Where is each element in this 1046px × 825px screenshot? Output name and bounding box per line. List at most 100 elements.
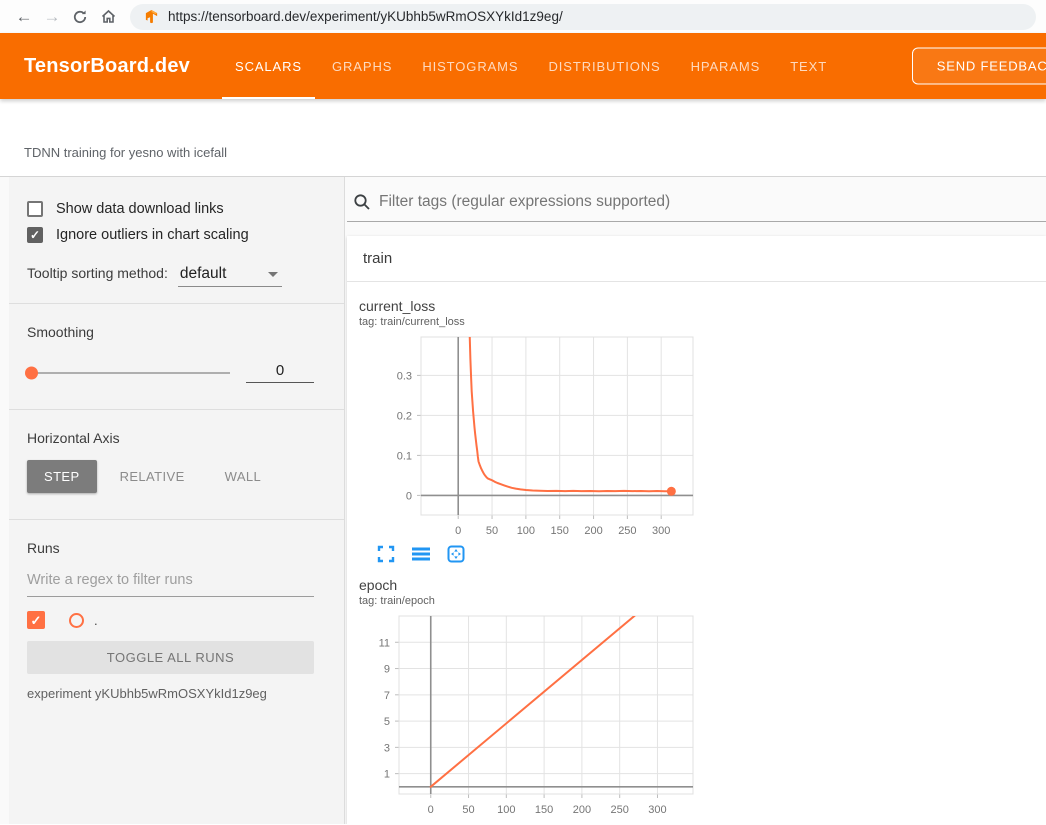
svg-text:7: 7 [384,690,390,702]
filter-tags-row [347,177,1046,222]
axis-relative-button[interactable]: RELATIVE [103,460,202,493]
svg-text:150: 150 [535,804,553,816]
svg-text:250: 250 [611,804,629,816]
home-icon[interactable] [94,3,122,31]
browser-toolbar: ← → https://tensorboard.dev/experiment/y… [0,0,1046,33]
horizontal-axis-section: Horizontal Axis STEP RELATIVE WALL [0,410,344,520]
horizontal-axis-buttons: STEP RELATIVE WALL [27,460,314,493]
brand-title: TensorBoard.dev [0,55,220,78]
reload-glyph [72,9,88,25]
svg-text:100: 100 [497,804,515,816]
smoothing-section: Smoothing 0 [0,304,344,410]
svg-text:50: 50 [462,804,474,816]
ignore-outliers-row[interactable]: Ignore outliers in chart scaling [27,227,314,243]
tooltip-sorting-label: Tooltip sorting method: [27,265,168,281]
url-text: https://tensorboard.dev/experiment/yKUbh… [168,9,563,24]
run-name: . [94,613,98,628]
svg-text:200: 200 [573,804,591,816]
svg-text:0: 0 [455,525,461,537]
experiment-title: TDNN training for yesno with icefall [24,145,1046,160]
svg-text:1: 1 [384,769,390,781]
tab-distributions[interactable]: DISTRIBUTIONS [533,33,675,99]
charts-grid: current_loss tag: train/current_loss 050… [347,282,1046,824]
line-chart[interactable]: 0 50 100 150 200 250 300 1 3 5 7 9 11 [359,610,704,820]
settings-sidebar: Show data download links Ignore outliers… [0,177,345,824]
send-feedback-button[interactable]: SEND FEEDBACK [912,48,1046,85]
toggle-all-runs-button[interactable]: TOGGLE ALL RUNS [27,641,314,674]
tooltip-sorting-row: Tooltip sorting method: default [27,265,314,287]
show-download-links-label: Show data download links [56,201,224,217]
ignore-outliers-checkbox[interactable] [27,227,43,243]
line-chart[interactable]: 0 50 100 150 200 250 300 0 0.1 0.2 0.3 [359,331,704,541]
chart-card-current-loss: current_loss tag: train/current_loss 0 50… [359,298,704,563]
svg-text:250: 250 [618,525,636,537]
back-icon[interactable]: ← [10,3,38,31]
axis-wall-button[interactable]: WALL [208,460,279,493]
chevron-down-icon [268,272,278,277]
chart-tag: tag: train/epoch [359,595,704,607]
svg-text:200: 200 [584,525,602,537]
tensorboard-favicon [144,9,159,24]
train-section-title: train [363,250,392,267]
svg-text:0: 0 [428,804,434,816]
home-glyph [100,8,117,25]
chart-tag: tag: train/current_loss [359,316,704,328]
axis-step-button[interactable]: STEP [27,460,97,493]
svg-text:300: 300 [648,804,666,816]
fit-domain-icon[interactable] [447,545,465,563]
tab-graphs[interactable]: GRAPHS [317,33,407,99]
chart-actions [359,545,704,563]
smoothing-slider[interactable] [27,372,230,374]
svg-text:0.3: 0.3 [397,370,412,382]
run-row[interactable]: . [27,611,314,629]
svg-text:50: 50 [486,525,498,537]
tab-hparams[interactable]: HPARAMS [676,33,776,99]
experiment-id-label: experiment yKUbhb5wRmOSXYkId1z9eg [27,686,314,701]
show-download-links-checkbox[interactable] [27,201,43,217]
svg-text:300: 300 [652,525,670,537]
scalars-main: train current_loss tag: train/current_lo… [345,177,1046,824]
train-section-header[interactable]: train [347,236,1046,282]
tooltip-sorting-value: default [180,265,254,283]
nav-tabs: SCALARS GRAPHS HISTOGRAMS DISTRIBUTIONS … [220,33,842,99]
tooltip-sorting-select[interactable]: default [178,265,282,287]
smoothing-slider-thumb[interactable] [25,366,38,379]
runs-label: Runs [27,540,314,556]
general-settings-section: Show data download links Ignore outliers… [0,177,344,304]
experiment-title-band: TDNN training for yesno with icefall [0,99,1046,177]
train-section-panel: train current_loss tag: train/current_lo… [347,236,1046,824]
url-bar[interactable]: https://tensorboard.dev/experiment/yKUbh… [130,4,1036,30]
tab-scalars[interactable]: SCALARS [220,33,317,99]
smoothing-slider-row: 0 [27,362,314,383]
run-color-swatch[interactable] [69,613,84,628]
svg-text:9: 9 [384,664,390,676]
svg-text:0: 0 [406,490,412,502]
search-icon [353,193,371,211]
filter-tags-input[interactable] [379,193,1046,211]
svg-text:100: 100 [517,525,535,537]
forward-icon: → [38,3,66,31]
show-download-links-row[interactable]: Show data download links [27,201,314,217]
tab-histograms[interactable]: HISTOGRAMS [407,33,533,99]
chart-title: epoch [359,577,704,593]
svg-text:0.2: 0.2 [397,410,412,422]
runs-section: Runs . TOGGLE ALL RUNS experiment yKUbhb… [0,520,344,717]
svg-text:11: 11 [379,637,390,649]
svg-text:150: 150 [551,525,569,537]
svg-text:3: 3 [384,742,390,754]
reload-icon[interactable] [66,3,94,31]
run-checkbox[interactable] [27,611,45,629]
runs-selector-icon[interactable] [412,545,430,563]
smoothing-label: Smoothing [27,324,314,340]
runs-filter-input[interactable] [27,558,314,597]
expand-icon[interactable] [377,545,395,563]
tab-text[interactable]: TEXT [775,33,842,99]
tensorboard-header: TensorBoard.dev SCALARS GRAPHS HISTOGRAM… [0,33,1046,99]
chart-card-epoch: epoch tag: train/epoch 0 50 100 150 200 250 30… [359,577,704,824]
svg-text:5: 5 [384,716,390,728]
svg-text:0.1: 0.1 [397,450,412,462]
smoothing-value[interactable]: 0 [246,362,314,383]
chart-title: current_loss [359,298,704,314]
horizontal-axis-label: Horizontal Axis [27,430,314,446]
ignore-outliers-label: Ignore outliers in chart scaling [56,227,249,243]
